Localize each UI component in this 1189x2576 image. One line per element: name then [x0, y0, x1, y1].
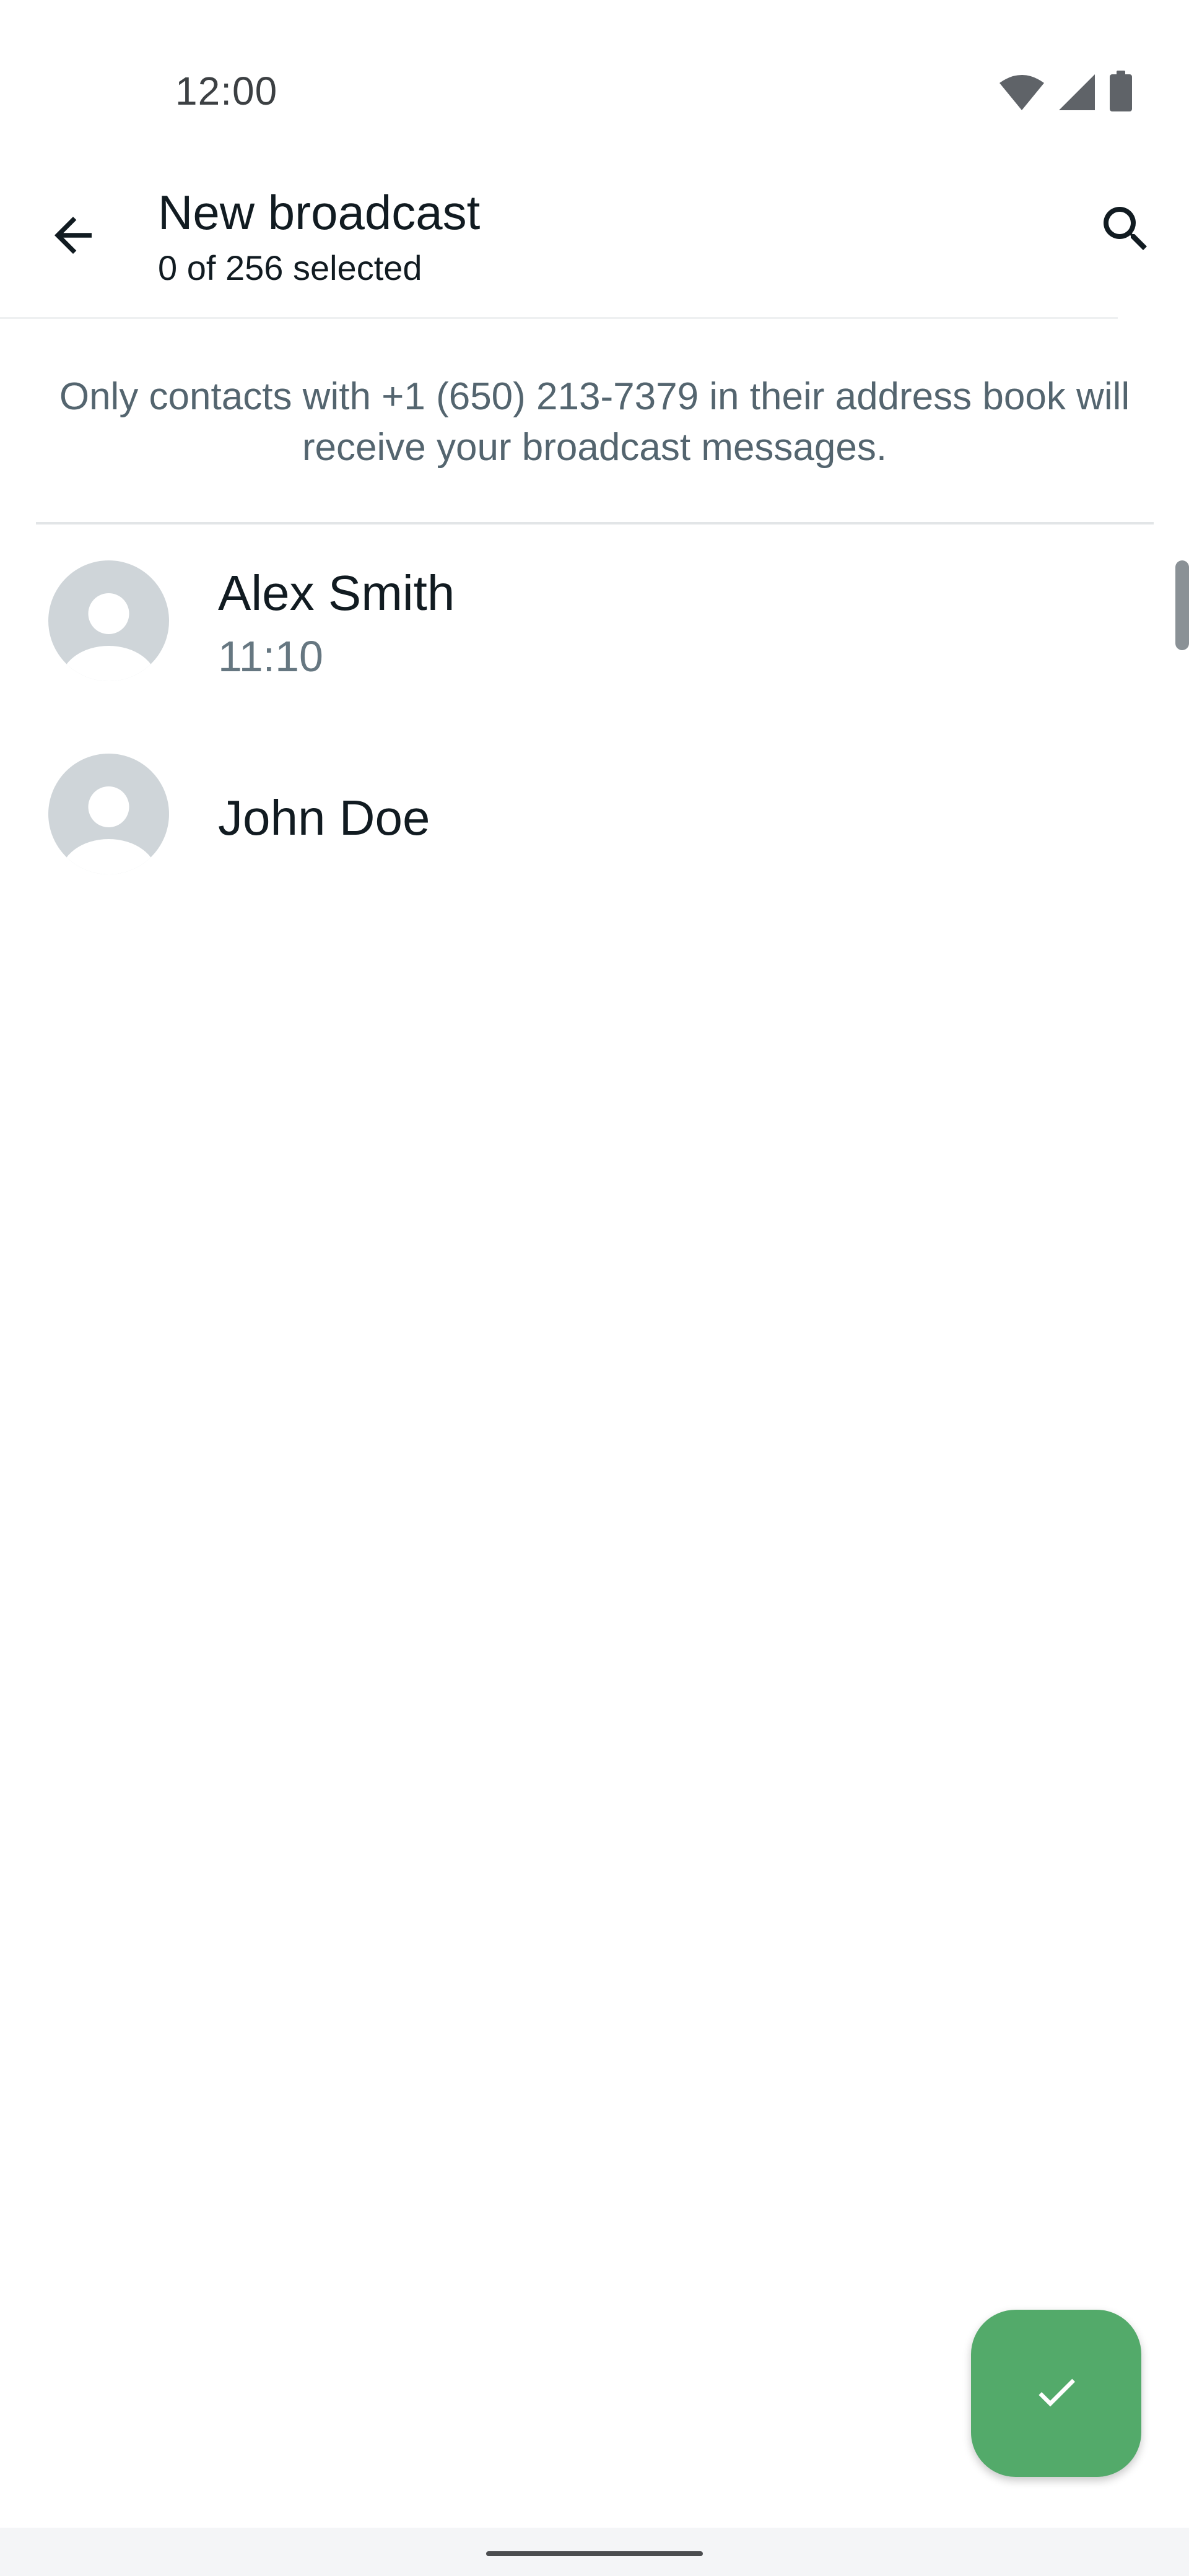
contact-row-john-doe[interactable]: John Doe [0, 721, 1189, 916]
page-title: New broadcast [158, 185, 481, 240]
screen: 12:00 New broadcast 0 of 256 selected On… [0, 0, 1189, 2576]
confirm-fab-button[interactable] [971, 2310, 1141, 2477]
gesture-handle[interactable] [486, 2551, 703, 2556]
arrow-back-icon [45, 207, 101, 266]
wifi-icon [998, 74, 1045, 111]
toolbar-divider [0, 317, 1118, 319]
contact-status: 11:10 [218, 632, 323, 681]
default-avatar-icon [48, 754, 169, 874]
search-icon [1096, 199, 1156, 262]
selection-count: 0 of 256 selected [158, 248, 422, 287]
broadcast-notice: Only contacts with +1 (650) 213-7379 in … [59, 375, 1130, 469]
notice-divider [36, 522, 1154, 524]
avatar [48, 560, 169, 681]
contact-row-alex-smith[interactable]: Alex Smith 11:10 [0, 526, 1189, 721]
contact-name: Alex Smith [218, 565, 455, 620]
battery-icon [1108, 71, 1133, 111]
status-time: 12:00 [175, 69, 278, 113]
status-bar: 12:00 [0, 0, 1189, 155]
check-icon [1032, 2367, 1081, 2420]
back-button[interactable] [34, 198, 111, 276]
toolbar: New broadcast 0 of 256 selected [0, 155, 1189, 316]
avatar [48, 754, 169, 874]
contact-name: John Doe [218, 790, 430, 845]
contact-list: Alex Smith 11:10 John Doe [0, 526, 1189, 916]
navigation-bar [0, 2528, 1189, 2576]
cellular-signal-icon [1058, 73, 1096, 111]
status-icons [998, 69, 1133, 111]
scrollbar-thumb[interactable] [1175, 560, 1189, 650]
search-button[interactable] [1087, 192, 1164, 269]
default-avatar-icon [48, 560, 169, 681]
